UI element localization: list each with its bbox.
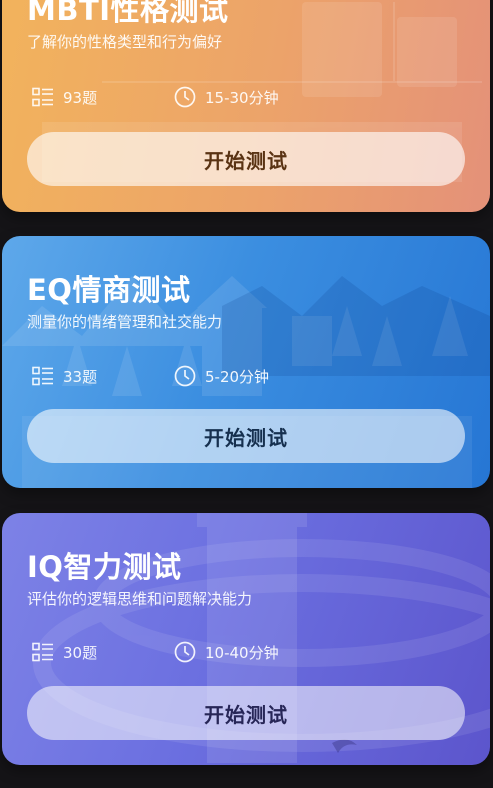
start-test-button[interactable]: 开始测试 [27,132,465,186]
test-list-page: MBTI性格测试 了解你的性格类型和行为偏好 93题 15-30分钟 开始测试 … [0,0,493,788]
eq-test-card[interactable]: EQ情商测试 测量你的情绪管理和社交能力 33题 5-20分钟 开始测试 [2,236,490,488]
list-icon [32,366,54,386]
question-count-label: 93题 [63,88,98,107]
iq-test-card[interactable]: IQ智力测试 评估你的逻辑思维和问题解决能力 30题 10-40分钟 开始测试 [2,513,490,765]
card-subtitle: 了解你的性格类型和行为偏好 [27,33,223,51]
question-count: 93题 [32,87,97,108]
duration: 15-30分钟 [174,86,279,108]
card-subtitle: 测量你的情绪管理和社交能力 [27,313,223,331]
clock-icon [174,641,196,663]
clock-icon [174,365,196,387]
question-count-label: 33题 [63,367,98,386]
start-test-button[interactable]: 开始测试 [27,686,465,740]
duration-label: 15-30分钟 [205,88,279,107]
list-icon [32,87,54,107]
mbti-test-card[interactable]: MBTI性格测试 了解你的性格类型和行为偏好 93题 15-30分钟 开始测试 [2,0,490,212]
start-test-button[interactable]: 开始测试 [27,409,465,463]
card-title: MBTI性格测试 [27,0,229,27]
clock-icon [174,86,196,108]
card-meta: 93题 15-30分钟 [32,84,279,110]
question-count: 33题 [32,366,97,387]
card-meta: 33题 5-20分钟 [32,363,269,389]
duration: 10-40分钟 [174,641,279,663]
duration-label: 5-20分钟 [205,367,270,386]
question-count: 30题 [32,642,97,663]
card-title: EQ情商测试 [27,273,191,307]
duration: 5-20分钟 [174,365,269,387]
duration-label: 10-40分钟 [205,643,279,662]
card-title: IQ智力测试 [27,550,182,584]
card-subtitle: 评估你的逻辑思维和问题解决能力 [27,590,253,608]
list-icon [32,642,54,662]
question-count-label: 30题 [63,643,98,662]
card-meta: 30题 10-40分钟 [32,639,279,665]
